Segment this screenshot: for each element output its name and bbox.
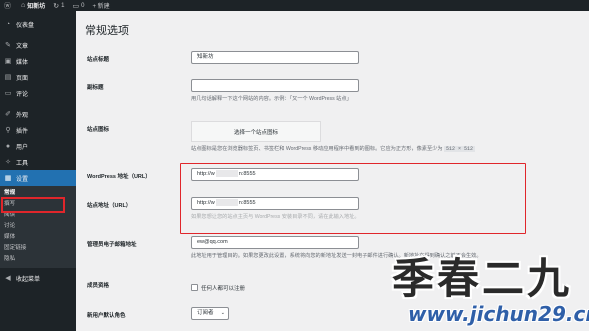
admin-email-label: 管理员电子邮箱地址: [87, 242, 137, 248]
sidebar-item-appearance[interactable]: ✐ 外观: [0, 106, 76, 122]
submenu-privacy[interactable]: 隐私: [0, 254, 76, 265]
wordpress-logo-icon[interactable]: ⓦ: [4, 1, 13, 11]
user-icon: ●: [5, 142, 11, 150]
tagline-label: 副标题: [87, 85, 104, 91]
wrench-icon: ✧: [5, 159, 11, 166]
home-icon: ⌂: [21, 2, 26, 9]
settings-icon: ▦: [4, 175, 12, 182]
watermark-title: 季春二九: [392, 254, 573, 303]
admin-bar-updates[interactable]: ↻ 1: [53, 2, 64, 10]
sidebar-item-media[interactable]: ▣ 媒体: [0, 53, 76, 69]
sidebar-item-posts[interactable]: ✎ 文章: [0, 37, 76, 53]
admin-bar-comments[interactable]: ▭ 0: [72, 2, 84, 10]
site-icon-description: 站点图标是您在浏览器标签页、书签栏和 WordPress 移动应用程序中看到的图…: [191, 146, 475, 152]
admin-bar: ⓦ ⌂ 知新坊 ↻ 1 ▭ 0 + 新建: [0, 0, 589, 11]
site-title-input[interactable]: 知新坊: [191, 51, 359, 64]
anyone-can-register-checkbox[interactable]: [191, 284, 198, 292]
collapse-menu-button[interactable]: ◀ 收起菜单: [0, 270, 76, 286]
plugin-icon: ⚲: [5, 127, 11, 134]
admin-email-input[interactable]: ew@qq.com: [191, 236, 359, 249]
default-role-select[interactable]: 订阅者 ⌄: [191, 307, 229, 320]
wp-address-label: WordPress 地址（URL）: [87, 174, 151, 180]
sidebar-item-pages[interactable]: ▤ 页面: [0, 69, 76, 85]
admin-bar-new[interactable]: + 新建: [92, 1, 109, 10]
sidebar-item-users[interactable]: ● 用户: [0, 138, 76, 154]
submenu-discussion[interactable]: 讨论: [0, 221, 76, 232]
url-fields-highlight: [180, 163, 526, 234]
comment-icon: ▭: [72, 2, 80, 10]
submenu-general-highlight: [1, 197, 65, 213]
site-icon-label: 站点图标: [87, 127, 110, 133]
sidebar-item-dashboard[interactable]: ◔ 仪表盘: [0, 16, 76, 32]
admin-sidebar: ◔ 仪表盘 ✎ 文章 ▣ 媒体 ▤ 页面 ▭ 评论 ✐ 外观 ⚲ 插件 ● 用户 ✧ 工具 ▦ 设置…: [0, 11, 76, 331]
choose-site-icon-button[interactable]: 选择一个站点图标: [191, 121, 321, 142]
sidebar-item-settings[interactable]: ▦ 设置: [0, 170, 76, 186]
page-title: 常规选项: [85, 25, 129, 37]
admin-bar-site[interactable]: ⌂ 知新坊: [21, 1, 45, 10]
watermark: 季春二九 www.jichun29.cn: [386, 245, 589, 331]
watermark-url: www.jichun29.cn: [408, 302, 589, 326]
tagline-description: 用几句话解释一下这个网站的内容。示例：「又一个 WordPress 站点」: [191, 96, 352, 102]
sidebar-item-plugins[interactable]: ⚲ 插件: [0, 122, 76, 138]
tagline-input[interactable]: [191, 79, 359, 92]
comment-icon: ▭: [4, 90, 12, 97]
media-icon: ▣: [4, 58, 12, 65]
page-icon: ▤: [4, 74, 12, 81]
chevron-down-icon: ⌄: [220, 310, 225, 316]
submenu-permalinks[interactable]: 固定链接: [0, 243, 76, 254]
sidebar-item-tools[interactable]: ✧ 工具: [0, 154, 76, 170]
icon-size-code: 512 × 512: [443, 146, 475, 152]
sidebar-item-comments[interactable]: ▭ 评论: [0, 85, 76, 101]
site-title-label: 站点标题: [87, 57, 110, 63]
dashboard-icon: ◔: [5, 20, 11, 28]
pin-icon: ✎: [5, 42, 11, 49]
submenu-media[interactable]: 媒体: [0, 232, 76, 243]
updates-icon: ↻: [53, 2, 60, 10]
membership-label: 成员资格: [87, 283, 110, 289]
collapse-icon: ◀: [5, 275, 11, 282]
brush-icon: ✐: [5, 111, 11, 118]
default-role-label: 新用户默认角色: [87, 313, 126, 319]
site-address-label: 站点地址（URL）: [87, 203, 132, 209]
anyone-can-register-label: 任何人都可以注册: [201, 285, 246, 292]
